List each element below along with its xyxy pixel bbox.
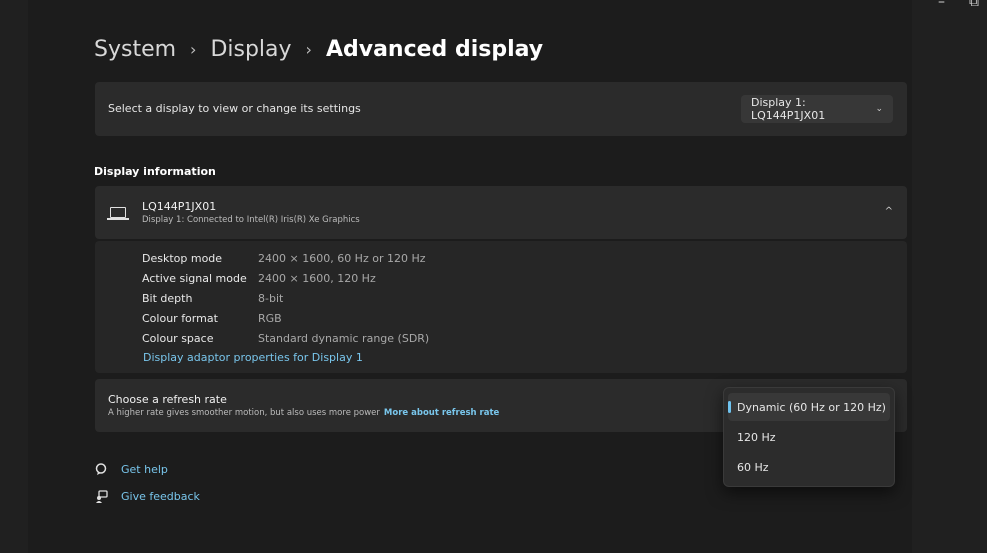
info-key: Colour space (142, 332, 214, 345)
refresh-option-60hz[interactable]: 60 Hz (728, 453, 890, 481)
display-connection-text: Display 1: Connected to Intel(R) Iris(R)… (142, 215, 360, 225)
info-row-colour-space: Colour space Standard dynamic range (SDR… (142, 332, 429, 345)
sidebar-edge (0, 0, 28, 553)
give-feedback-label: Give feedback (121, 489, 200, 503)
display-adaptor-properties-link[interactable]: Display adaptor properties for Display 1 (143, 351, 363, 364)
info-row-desktop-mode: Desktop mode 2400 × 1600, 60 Hz or 120 H… (142, 252, 426, 265)
refresh-rate-title: Choose a refresh rate (108, 393, 227, 406)
refresh-rate-dropdown: Dynamic (60 Hz or 120 Hz) 120 Hz 60 Hz (723, 387, 895, 487)
info-value: 2400 × 1600, 120 Hz (258, 272, 376, 285)
help-links: Get help Give feedback (94, 462, 200, 516)
display-select-value: Display 1: LQ144P1JX01 (751, 96, 826, 122)
info-value: 2400 × 1600, 60 Hz or 120 Hz (258, 252, 426, 265)
display-select-label: Select a display to view or change its s… (108, 102, 361, 115)
display-select-dropdown[interactable]: Display 1: LQ144P1JX01 ⌄ (741, 95, 893, 123)
info-row-active-signal-mode: Active signal mode 2400 × 1600, 120 Hz (142, 272, 376, 285)
info-key: Colour format (142, 312, 218, 325)
info-key: Desktop mode (142, 252, 223, 265)
breadcrumb-system[interactable]: System (94, 34, 176, 66)
display-information-title: Display information (94, 165, 216, 178)
breadcrumb-separator-icon: › (305, 40, 312, 59)
refresh-rate-description-text: A higher rate gives smoother motion, but… (108, 408, 380, 418)
info-value: 8-bit (258, 292, 284, 305)
refresh-rate-description: A higher rate gives smoother motion, but… (108, 408, 499, 418)
breadcrumb: System › Display › Advanced display (94, 34, 543, 66)
get-help-link[interactable]: Get help (94, 462, 200, 476)
help-chat-icon (94, 462, 108, 476)
display-info-header[interactable]: LQ144P1JX01 Display 1: Connected to Inte… (95, 186, 907, 239)
refresh-option-dynamic[interactable]: Dynamic (60 Hz or 120 Hz) (728, 393, 890, 421)
chevron-up-icon[interactable]: ^ (885, 206, 893, 217)
info-value: Standard dynamic range (SDR) (258, 332, 430, 345)
window-controls: – ⧉ (938, 0, 979, 10)
breadcrumb-separator-icon: › (190, 40, 197, 59)
info-value: RGB (258, 312, 282, 325)
info-key: Active signal mode (142, 272, 247, 285)
more-about-refresh-rate-link[interactable]: More about refresh rate (384, 408, 499, 418)
info-row-bit-depth: Bit depth 8-bit (142, 292, 283, 305)
give-feedback-link[interactable]: Give feedback (94, 489, 200, 503)
restore-icon[interactable]: ⧉ (969, 0, 979, 10)
minimize-icon[interactable]: – (938, 0, 945, 10)
display-select-card: Select a display to view or change its s… (95, 82, 907, 136)
display-info-details: Desktop mode 2400 × 1600, 60 Hz or 120 H… (95, 241, 907, 373)
feedback-icon (94, 489, 108, 503)
display-name: LQ144P1JX01 (142, 200, 217, 213)
info-row-colour-format: Colour format RGB (142, 312, 282, 325)
chevron-down-icon: ⌄ (875, 104, 883, 114)
refresh-option-120hz[interactable]: 120 Hz (728, 423, 890, 451)
window-right-edge (912, 0, 987, 553)
info-key: Bit depth (142, 292, 193, 305)
laptop-icon (107, 207, 129, 220)
breadcrumb-display[interactable]: Display (210, 34, 291, 66)
get-help-label: Get help (121, 462, 168, 476)
page-title: Advanced display (325, 37, 544, 62)
